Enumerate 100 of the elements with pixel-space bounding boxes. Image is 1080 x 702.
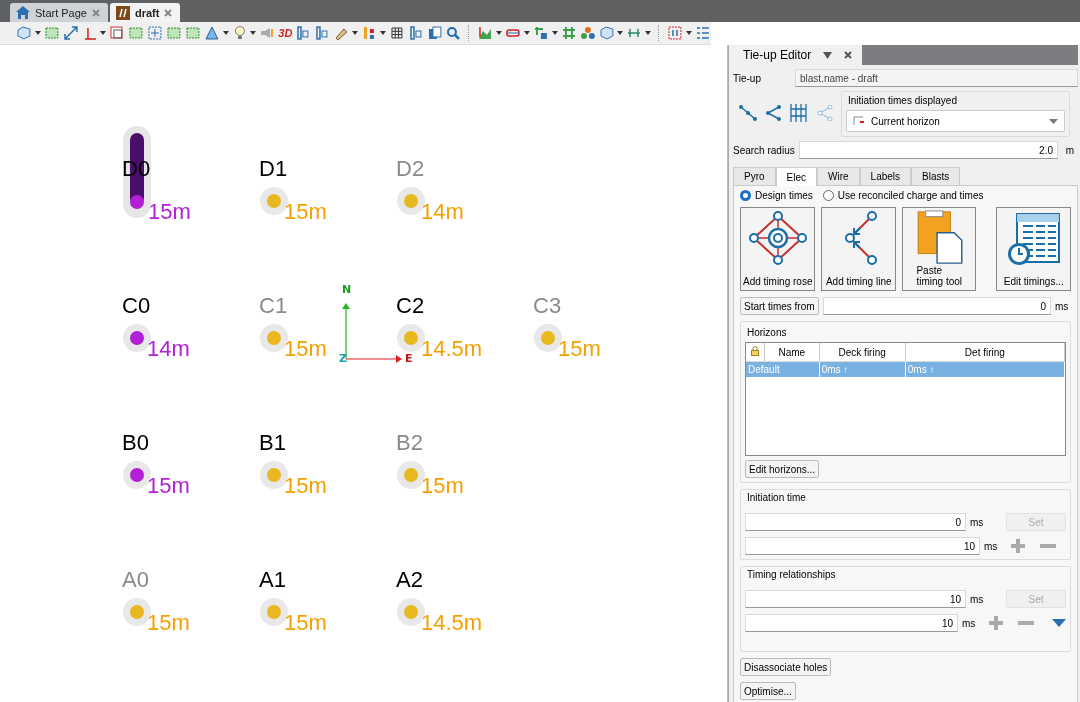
hole-label: B2	[396, 431, 423, 455]
frame-icon[interactable]	[128, 25, 145, 41]
tieup-field: blast.name - draft	[795, 69, 1078, 87]
unit-label: ms	[1055, 300, 1070, 312]
up-axis-label: Z	[339, 352, 347, 365]
tool-button[interactable]: Edit timings...	[996, 207, 1071, 291]
panel-tab[interactable]: Labels	[859, 167, 912, 185]
horizon-dropdown[interactable]: Current horizon	[846, 110, 1065, 132]
hole-depth: 15m	[148, 200, 191, 224]
unit-label: ms	[970, 593, 985, 605]
east-axis-label: E	[405, 352, 413, 365]
frame-icon[interactable]	[184, 25, 201, 41]
edit-horizons-button[interactable]: Edit horizons...	[745, 460, 820, 478]
caret-icon[interactable]	[524, 31, 530, 35]
grid-icon[interactable]	[388, 25, 405, 41]
column-header[interactable]: Det firing	[905, 343, 1065, 362]
hole-depth: 14.5m	[421, 611, 483, 635]
hole-label: A0	[122, 568, 149, 592]
caret-icon[interactable]	[352, 31, 358, 35]
hole-depth: 15m	[284, 200, 327, 224]
radio-option[interactable]: Design times	[740, 190, 813, 201]
house-icon	[16, 6, 30, 19]
box-icon[interactable]	[109, 25, 126, 41]
caret-icon[interactable]	[250, 31, 257, 35]
step-field[interactable]: 10	[745, 537, 980, 555]
hole-label: C3	[533, 294, 562, 318]
3d-view-button[interactable]: 3D	[278, 27, 293, 39]
hole-label: A1	[259, 568, 286, 592]
caret-icon[interactable]	[222, 31, 229, 35]
tool-button[interactable]: Add timing line	[821, 207, 896, 291]
caret-icon[interactable]	[686, 31, 692, 35]
pages-icon[interactable]	[426, 25, 443, 41]
caret-icon[interactable]	[34, 31, 41, 35]
start-times-button[interactable]: Start times from	[740, 297, 819, 315]
document-tab[interactable]: Start Page	[10, 3, 108, 22]
north-axis-label: N	[342, 283, 352, 296]
caret-icon[interactable]	[496, 31, 503, 35]
search-radius-field[interactable]: 2.0	[799, 141, 1058, 159]
caret-icon[interactable]	[1052, 619, 1066, 627]
close-icon[interactable]	[164, 8, 173, 17]
document-tab[interactable]: draft	[110, 3, 181, 22]
tool-button[interactable]: Paste timing tool	[902, 207, 977, 291]
panel-tab[interactable]: Wire	[817, 167, 860, 185]
branch-icon[interactable]	[765, 105, 781, 121]
radio-option[interactable]: Use reconciled charge and times	[822, 190, 984, 201]
step-field[interactable]: 10	[745, 614, 958, 632]
hole-label: B1	[259, 431, 286, 455]
unit-label: ms	[984, 540, 999, 552]
unit-label: ms	[962, 617, 977, 629]
hole-depth: 14m	[147, 337, 190, 361]
hole-depth: 15m	[284, 611, 327, 635]
caret-icon[interactable]	[645, 31, 652, 35]
timing-rose-icon	[747, 210, 808, 266]
group-title: Initiation time	[747, 492, 807, 503]
tool-button[interactable]: Add timing rose	[740, 207, 816, 291]
hole-label: C0	[122, 294, 151, 318]
caret-icon[interactable]	[379, 31, 386, 35]
tri-icon[interactable]	[203, 25, 220, 41]
hole-label: D2	[396, 157, 425, 181]
line-segment-icon[interactable]	[739, 105, 757, 121]
group-title: Horizons	[747, 327, 787, 338]
caret-icon[interactable]	[551, 31, 558, 35]
panel-title: Tie-up Editor	[743, 48, 812, 62]
hole-depth: 15m	[147, 474, 190, 498]
column-header[interactable]: Name	[764, 343, 820, 362]
hole-label: C2	[396, 294, 425, 318]
caret-icon[interactable]	[617, 31, 624, 35]
start-time-field[interactable]: 0	[822, 297, 1051, 315]
unit-label: m	[1064, 144, 1076, 156]
hole-label: D1	[259, 157, 288, 181]
group-title: Initiation times displayed	[848, 95, 957, 106]
panel-tab[interactable]: Blasts	[911, 167, 961, 185]
hole-label: C1	[259, 294, 288, 318]
document-icon	[116, 5, 130, 20]
unit-label: ms	[970, 516, 985, 528]
caret-icon[interactable]	[823, 51, 833, 59]
close-icon[interactable]	[844, 51, 853, 59]
search-radius-label: Search radius	[733, 144, 795, 156]
time-field[interactable]: 10	[745, 590, 966, 608]
time-field[interactable]: 0	[745, 513, 966, 531]
frame-icon[interactable]	[166, 25, 182, 41]
tieup-label: Tie-up	[733, 72, 762, 84]
hole-label: A2	[396, 568, 423, 592]
hole-label: B0	[122, 431, 149, 455]
group-title: Timing relationships	[747, 569, 837, 580]
hole-depth: 15m	[558, 337, 601, 361]
hole-depth: 15m	[284, 337, 327, 361]
hole-depth: 14.5m	[421, 337, 483, 361]
lock-icon	[751, 346, 759, 356]
panel-tab[interactable]: Elec	[775, 167, 817, 186]
hole-depth: 15m	[421, 474, 464, 498]
grid-nodes-icon[interactable]	[789, 103, 809, 123]
hole-depth: 14m	[421, 200, 464, 224]
action-button[interactable]: Disassociate holes	[740, 658, 832, 676]
action-button[interactable]: Optimise...	[740, 682, 796, 700]
caret-icon[interactable]	[100, 31, 107, 35]
column-header[interactable]: Deck firing	[819, 343, 906, 362]
search-icon[interactable]	[445, 25, 462, 41]
panel-tab[interactable]: Pyro	[733, 167, 776, 185]
hole-depth: 15m	[147, 611, 190, 635]
